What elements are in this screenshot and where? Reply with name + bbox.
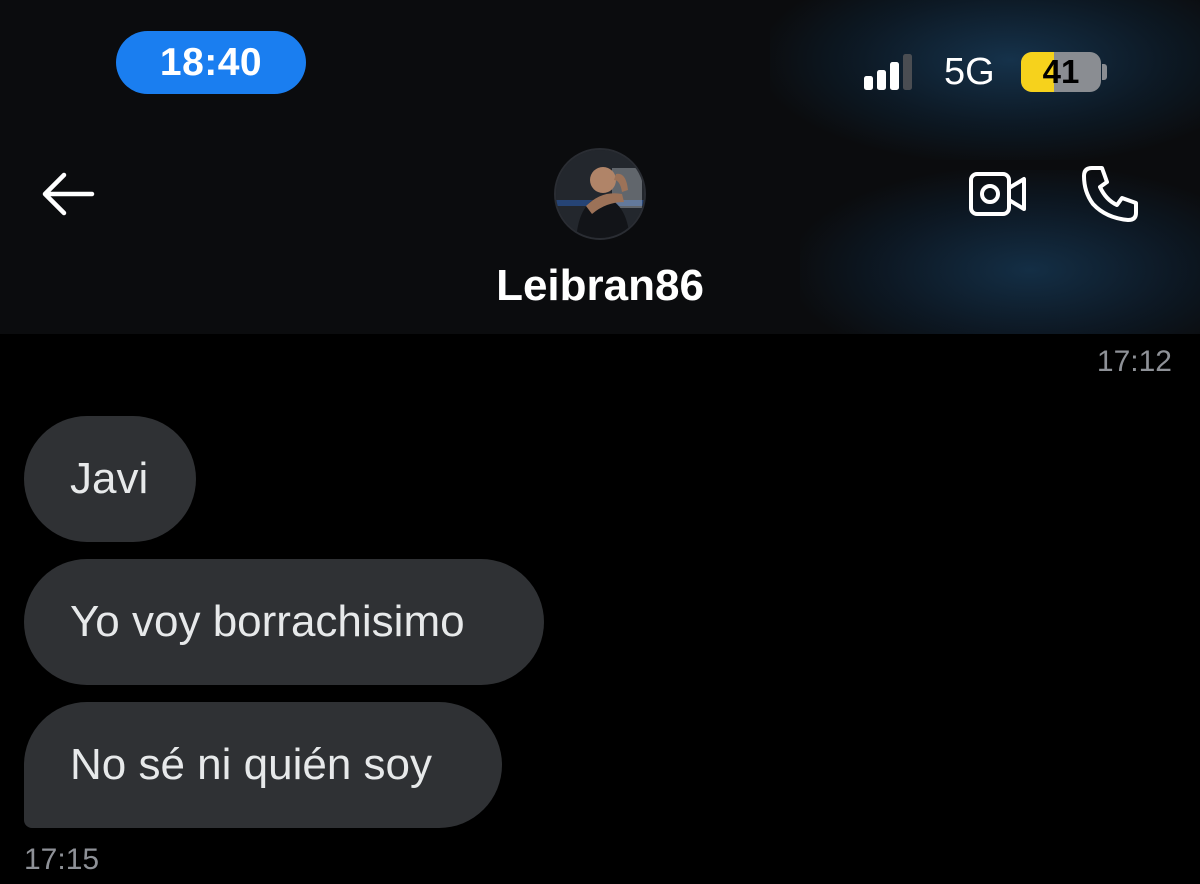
profile-photo <box>556 150 644 238</box>
status-time: 18:40 <box>116 31 306 94</box>
back-button[interactable] <box>38 168 98 220</box>
chat-screen: 18:40 5G 41 Leibran86 17:12 Javi Yo voy … <box>0 0 1200 884</box>
voice-call-button[interactable] <box>1078 162 1142 226</box>
chat-header: 18:40 5G 41 Leibran86 <box>0 0 1200 334</box>
message-bubble[interactable]: Yo voy borrachisimo <box>24 559 544 685</box>
battery-tip <box>1102 64 1107 80</box>
message-timestamp: 17:15 <box>24 843 100 876</box>
battery-icon: 41 <box>1021 52 1101 92</box>
phone-icon <box>1082 166 1138 222</box>
battery-percentage: 41 <box>1042 53 1080 90</box>
message-bubble[interactable]: Javi <box>24 416 196 542</box>
video-call-button[interactable] <box>966 166 1030 222</box>
message-timestamp: 17:12 <box>1096 345 1172 378</box>
signal-icon <box>864 52 912 90</box>
network-type: 5G <box>944 51 995 93</box>
arrow-left-icon <box>42 172 95 216</box>
video-camera-icon <box>969 172 1026 216</box>
contact-name: Leibran86 <box>496 261 704 310</box>
avatar[interactable] <box>554 148 646 240</box>
message-bubble[interactable]: No sé ni quién soy <box>24 702 502 828</box>
